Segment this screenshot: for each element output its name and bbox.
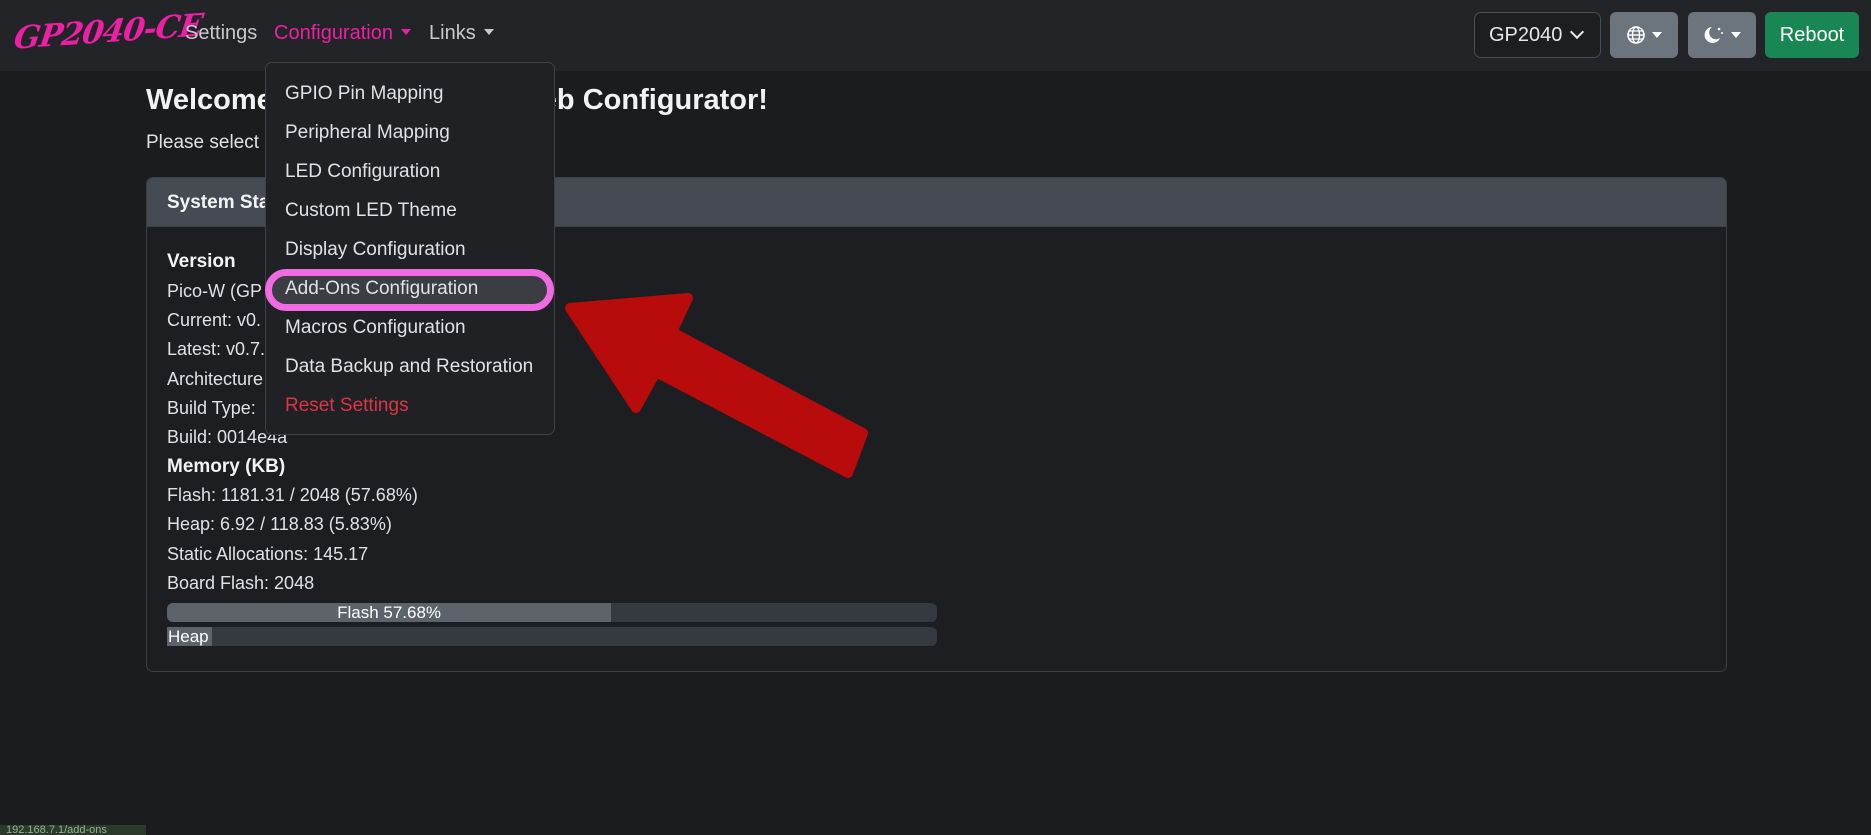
caret-down-icon <box>1652 32 1662 38</box>
menu-item-add-ons-configuration[interactable]: Add-Ons Configuration <box>285 278 478 300</box>
theme-button[interactable] <box>1688 12 1756 58</box>
language-button[interactable] <box>1610 12 1678 58</box>
menu-item-data-backup-restoration[interactable]: Data Backup and Restoration <box>285 356 533 378</box>
flash-progress-bar: Flash 57.68% <box>167 603 937 622</box>
device-select-value: GP2040 <box>1489 24 1563 46</box>
page-title-start: Welcome <box>146 84 273 116</box>
static-allocations: Static Allocations: 145.17 <box>167 544 369 564</box>
heap-progress-bar: Heap <box>167 627 937 646</box>
memory-heading: Memory (KB) <box>167 456 286 477</box>
flash-progress-fill: Flash 57.68% <box>167 603 612 622</box>
caret-down-icon <box>483 28 494 35</box>
caret-down-icon <box>1731 32 1741 38</box>
current-version: Current: v0. <box>167 310 262 330</box>
menu-item-macros-configuration[interactable]: Macros Configuration <box>285 317 466 339</box>
board-name: Pico-W (GP <box>167 281 263 301</box>
version-heading: Version <box>167 251 236 272</box>
moon-stars-icon <box>1704 27 1723 43</box>
heap-progress-fill: Heap <box>167 627 212 646</box>
globe-icon <box>1627 26 1645 44</box>
top-navbar: GP2040-CE Settings Configuration Links G… <box>0 0 1871 71</box>
brand-logo[interactable]: GP2040-CE <box>12 7 205 57</box>
architecture: Architecture <box>167 369 264 389</box>
device-select[interactable]: GP2040 <box>1474 12 1601 58</box>
menu-item-display-configuration[interactable]: Display Configuration <box>285 239 466 261</box>
nav-configuration-label: Configuration <box>274 22 393 44</box>
chevron-down-icon <box>1569 24 1585 40</box>
latest-version: Latest: v0.7. <box>167 339 266 359</box>
board-flash: Board Flash: 2048 <box>167 573 315 593</box>
nav-configuration[interactable]: Configuration <box>274 22 411 45</box>
nav-links[interactable]: Links <box>429 22 494 45</box>
caret-down-icon <box>400 28 411 35</box>
reboot-button[interactable]: Reboot <box>1765 12 1859 58</box>
menu-item-custom-led-theme[interactable]: Custom LED Theme <box>285 200 457 222</box>
nav-settings[interactable]: Settings <box>185 22 257 45</box>
menu-item-reset-settings[interactable]: Reset Settings <box>285 395 409 417</box>
page-title-end: eb Configurator! <box>540 84 768 116</box>
heap-usage: Heap: 6.92 / 118.83 (5.83%) <box>167 514 392 534</box>
nav-links-label: Links <box>429 22 476 44</box>
menu-item-led-configuration[interactable]: LED Configuration <box>285 161 440 183</box>
pointer-arrow-icon <box>565 293 868 478</box>
build-type: Build Type: <box>167 398 256 418</box>
flash-usage: Flash: 1181.31 / 2048 (57.68%) <box>167 485 418 505</box>
status-bar-url: 192.168.7.1/add-ons <box>0 825 146 835</box>
menu-item-peripheral-mapping[interactable]: Peripheral Mapping <box>285 122 450 144</box>
menu-item-gpio-pin-mapping[interactable]: GPIO Pin Mapping <box>285 83 443 105</box>
page-subtitle: Please select a <box>146 132 275 153</box>
